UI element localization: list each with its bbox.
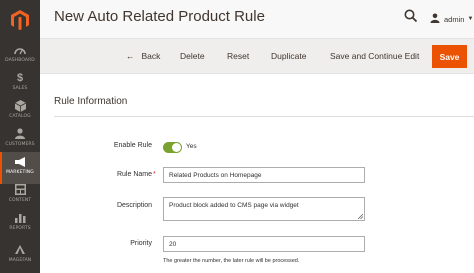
admin-sidebar: DASHBOARD $ SALES CATALOG CUSTOMERS MARK…	[0, 0, 40, 273]
sidebar-item-label: REPORTS	[9, 226, 31, 231]
back-label: Back	[141, 51, 161, 61]
sidebar-item-label: CUSTOMERS	[5, 142, 35, 147]
back-button[interactable]: ← Back	[126, 51, 160, 61]
toggle-knob	[172, 143, 181, 152]
sidebar-item-label: CATALOG	[9, 114, 31, 119]
save-button[interactable]: Save	[432, 45, 467, 68]
priority-label: Priority	[130, 240, 152, 247]
enable-rule-label: Enable Rule	[113, 142, 152, 149]
duplicate-button[interactable]: Duplicate	[271, 51, 306, 61]
priority-input[interactable]: 20	[163, 236, 365, 252]
search-icon[interactable]	[404, 9, 418, 23]
magento-logo[interactable]	[0, 0, 40, 40]
sidebar-item-label: DASHBOARD	[5, 58, 35, 63]
arrow-left-icon: ←	[126, 51, 135, 61]
section-title: Rule Information	[54, 96, 128, 107]
admin-username: admin	[444, 14, 465, 24]
priority-note: The greater the number, the later rule w…	[163, 258, 300, 264]
description-label: Description	[116, 202, 152, 209]
chevron-down-icon: ▼	[467, 16, 474, 22]
customers-icon	[13, 127, 27, 140]
rule-name-input[interactable]: Related Products on Homepage	[163, 167, 365, 183]
admin-user-menu[interactable]: admin ▼	[430, 10, 473, 28]
megaphone-icon	[13, 155, 27, 168]
admin-app: DASHBOARD $ SALES CATALOG CUSTOMERS MARK…	[0, 0, 474, 273]
rule-form: Rule Information Enable Rule Yes Rule Na…	[40, 74, 474, 273]
reset-button[interactable]: Reset	[227, 51, 249, 61]
reports-icon	[13, 211, 27, 224]
magento-logo-icon	[11, 10, 29, 30]
page-actions-bar: ← Back Delete Reset Duplicate Save and Co…	[40, 38, 474, 74]
sidebar-item-label: MARKETING	[6, 170, 34, 175]
description-textarea[interactable]: Product block added to CMS page via widg…	[163, 197, 365, 221]
enable-rule-value: Yes	[186, 143, 197, 150]
user-icon	[430, 10, 440, 28]
dollar-icon: $	[16, 71, 24, 84]
sidebar-item-magefan[interactable]: MAGEFAN	[0, 240, 40, 272]
delete-button[interactable]: Delete	[180, 51, 205, 61]
rule-name-label: Rule Name	[116, 171, 152, 178]
content-icon	[13, 183, 27, 196]
enable-rule-toggle[interactable]	[163, 142, 182, 153]
required-asterisk: *	[153, 171, 156, 178]
sidebar-item-reports[interactable]: REPORTS	[0, 208, 40, 240]
sidebar-item-label: MAGEFAN	[8, 258, 32, 263]
magefan-icon	[13, 243, 27, 256]
dashboard-icon	[13, 43, 27, 56]
page-title: New Auto Related Product Rule	[54, 8, 265, 25]
description-text: Product block added to CMS page via widg…	[169, 202, 299, 209]
section-divider	[54, 116, 474, 117]
sidebar-item-label: CONTENT	[8, 198, 32, 203]
resize-handle-icon[interactable]	[358, 214, 363, 219]
page-header: New Auto Related Product Rule admin ▼	[40, 0, 474, 38]
save-and-continue-button[interactable]: Save and Continue Edit	[330, 51, 419, 61]
sidebar-item-label: SALES	[12, 86, 28, 91]
cube-icon	[13, 99, 27, 112]
